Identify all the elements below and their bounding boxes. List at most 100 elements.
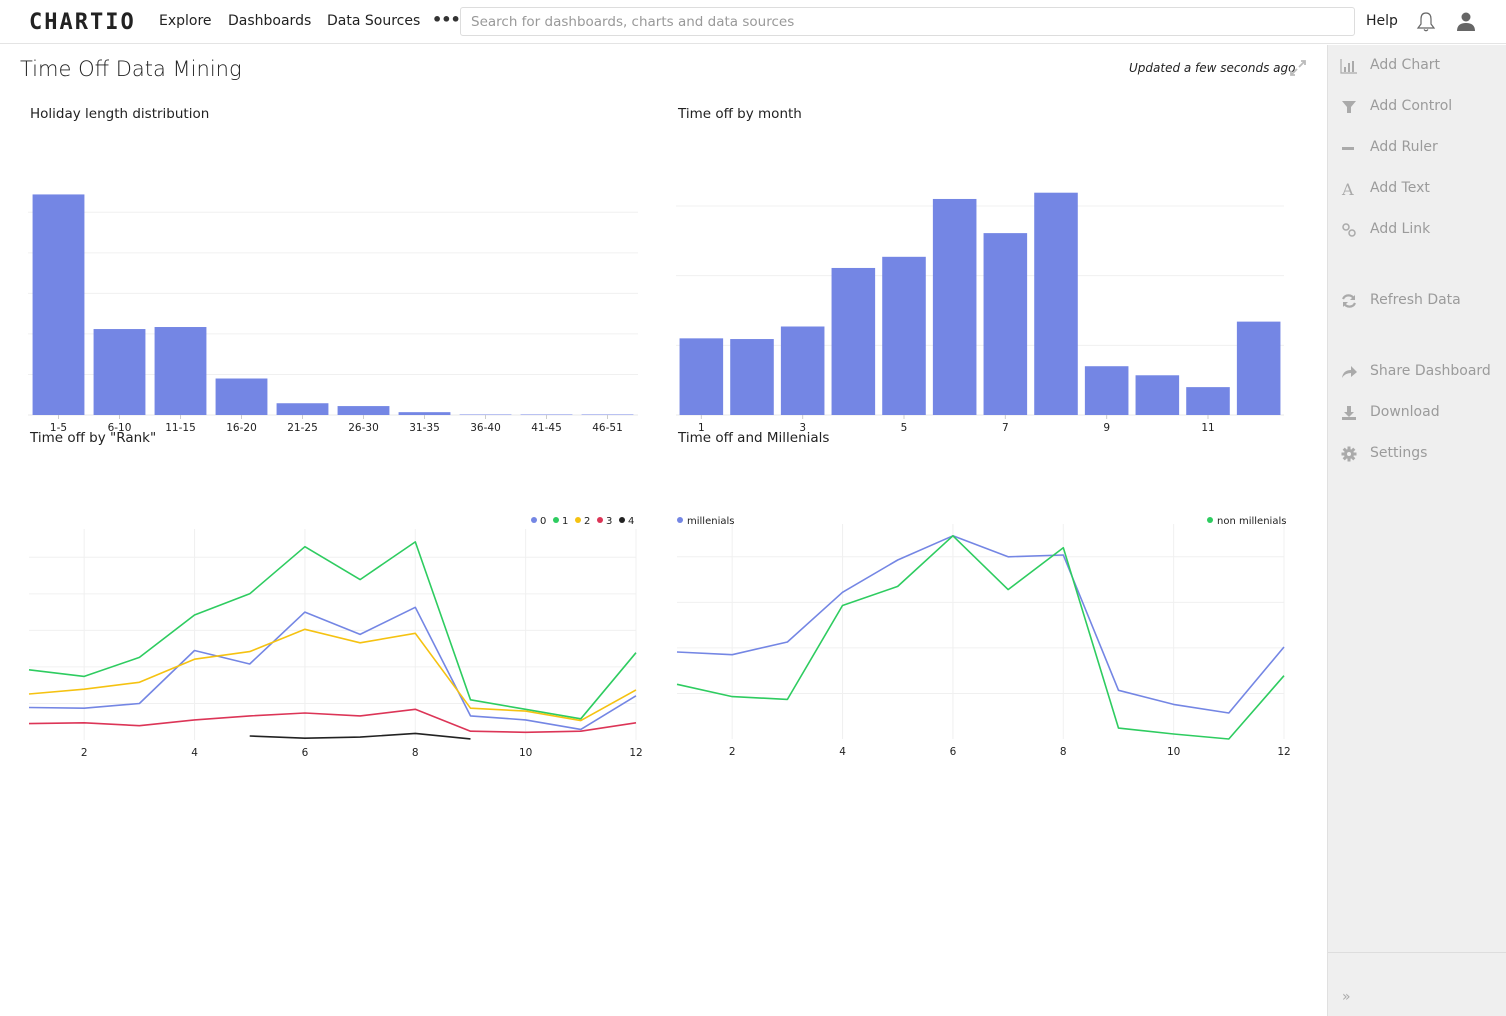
x-tick-label: 6 <box>950 746 957 758</box>
x-tick-label: 26-30 <box>348 422 379 434</box>
series-line-2 <box>28 628 637 722</box>
x-tick-label: 10 <box>1167 746 1180 758</box>
search-input[interactable] <box>460 7 1355 36</box>
x-tick-label: 1-5 <box>50 422 67 434</box>
sidebar-add-text[interactable]: A Add Text <box>1328 176 1506 206</box>
minus-icon <box>1342 147 1354 150</box>
bell-icon[interactable] <box>1416 11 1436 33</box>
legend-marker-1 <box>553 517 559 523</box>
bar-10 <box>1135 375 1180 415</box>
x-tick-label: 36-40 <box>470 422 501 434</box>
x-tick-label: 21-25 <box>287 422 318 434</box>
sidebar-item-label: Add Link <box>1370 221 1431 237</box>
sidebar-divider <box>1328 952 1506 953</box>
updated-status: Updated a few seconds ago <box>1129 61 1296 75</box>
x-tick-label: 4 <box>191 747 198 759</box>
sidebar-item-label: Add Text <box>1370 180 1430 196</box>
share-icon <box>1342 366 1357 378</box>
x-tick-label: 6-10 <box>108 422 132 434</box>
sidebar-item-label: Share Dashboard <box>1370 363 1491 379</box>
x-tick-label: 9 <box>1103 422 1110 434</box>
x-tick-label: 41-45 <box>531 422 562 434</box>
legend-marker-0 <box>531 517 537 523</box>
gear-icon <box>1341 446 1357 462</box>
time-off-millenials-line-chart: 2 4 6 8 10 12 millenials non millenials <box>676 516 1291 758</box>
bar-11 <box>1186 387 1230 415</box>
refresh-icon <box>1341 294 1357 308</box>
chart-title-time-off-by-month: Time off by month <box>678 106 802 122</box>
chart-title-time-off-by-rank: Time off by "Rank" <box>30 430 157 446</box>
ellipsis-icon[interactable]: ••• <box>432 10 461 29</box>
top-navbar: CHARTIO Explore Dashboards Data Sources … <box>0 0 1506 44</box>
bar-16-20 <box>215 378 268 415</box>
bar-1 <box>679 338 724 415</box>
bar-31-35 <box>398 412 451 415</box>
filter-icon <box>1342 101 1356 113</box>
bar-7 <box>983 233 1028 415</box>
sidebar-add-ruler[interactable]: Add Ruler <box>1328 135 1506 165</box>
x-tick-label: 11-15 <box>165 422 196 434</box>
x-tick-label: 2 <box>81 747 88 759</box>
legend-label-3: 3 <box>606 516 612 527</box>
sidebar-add-control[interactable]: Add Control <box>1328 94 1506 124</box>
sidebar-download[interactable]: Download <box>1328 400 1506 430</box>
sidebar-refresh-data[interactable]: Refresh Data <box>1328 288 1506 318</box>
x-tick-label: 46-51 <box>592 422 623 434</box>
user-icon[interactable] <box>1456 11 1476 33</box>
x-tick-label: 5 <box>901 422 908 434</box>
bar-6-10 <box>93 329 146 415</box>
x-tick-label: 11 <box>1201 422 1214 434</box>
bar-3 <box>780 326 825 415</box>
legend-label-1: 1 <box>562 516 568 527</box>
x-tick-label: 16-20 <box>226 422 257 434</box>
x-tick-label: 12 <box>1277 746 1290 758</box>
legend-label-0: 0 <box>540 516 546 527</box>
sidebar-share-dashboard[interactable]: Share Dashboard <box>1328 359 1506 389</box>
bar-6 <box>932 198 977 415</box>
dashboard-canvas: Time Off Data Mining Updated a few secon… <box>0 45 1327 1016</box>
download-icon <box>1342 406 1356 420</box>
legend-marker-millenials <box>677 517 683 523</box>
bar-chart-icon <box>1340 59 1357 74</box>
bar-12 <box>1236 321 1281 415</box>
x-tick-label: 6 <box>302 747 309 759</box>
nav-data-sources[interactable]: Data Sources <box>327 13 420 29</box>
legend-label-millenials: millenials <box>687 516 734 527</box>
sidebar-item-label: Refresh Data <box>1370 292 1461 308</box>
x-tick-label: 3 <box>799 422 806 434</box>
bar-5 <box>882 256 926 415</box>
bar-4 <box>831 267 876 415</box>
nav-dashboards[interactable]: Dashboards <box>228 13 311 29</box>
series-line-0 <box>28 606 637 731</box>
nav-explore[interactable]: Explore <box>159 13 212 29</box>
legend-marker-non-millenials <box>1207 517 1213 523</box>
legend-marker-3 <box>597 517 603 523</box>
sidebar-settings[interactable]: Settings <box>1328 441 1506 471</box>
legend-label-non-millenials: non millenials <box>1217 516 1286 527</box>
x-tick-label: 31-35 <box>409 422 440 434</box>
chartio-logo[interactable]: CHARTIO <box>29 10 136 35</box>
sidebar-item-label: Settings <box>1370 445 1428 461</box>
series-line-4 <box>249 732 471 740</box>
x-tick-label: 7 <box>1002 422 1009 434</box>
double-chevron-right-icon[interactable]: » <box>1342 989 1351 1005</box>
legend-marker-4 <box>619 517 625 523</box>
bar-21-25 <box>276 403 329 415</box>
dashboard-sidebar: Add Chart Add Control Add Ruler A Add Te… <box>1327 45 1506 1016</box>
time-off-by-month-bar-chart: 1 3 5 7 9 11 <box>676 192 1284 434</box>
sidebar-item-label: Add Control <box>1370 98 1453 114</box>
dashboard-title: Time Off Data Mining <box>20 57 242 81</box>
sidebar-add-chart[interactable]: Add Chart <box>1328 53 1506 83</box>
expand-icon[interactable] <box>1288 58 1308 78</box>
legend-label-2: 2 <box>584 516 590 527</box>
legend-marker-2 <box>575 517 581 523</box>
sidebar-item-label: Download <box>1370 404 1440 420</box>
svg-text:A: A <box>1341 180 1354 198</box>
series-line-non-millenials <box>676 535 1285 740</box>
sidebar-add-link[interactable]: Add Link <box>1328 217 1506 247</box>
x-tick-label: 8 <box>1060 746 1067 758</box>
chart-title-holiday-length: Holiday length distribution <box>30 106 210 122</box>
help-link[interactable]: Help <box>1366 13 1398 29</box>
x-tick-label: 1 <box>698 422 705 434</box>
bar-36-40 <box>459 414 512 415</box>
